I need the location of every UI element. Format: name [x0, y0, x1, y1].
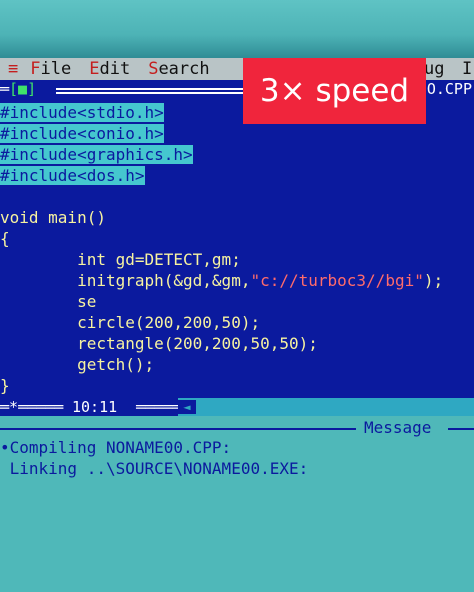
menu-search-label: earch: [158, 59, 210, 79]
message-window[interactable]: Message •Compiling NONAME00.CPP: Linking…: [0, 416, 474, 592]
initgraph-call: initgraph(&gd,&gm,: [0, 271, 251, 290]
message-line-linking: Linking ..\SOURCE\NONAME00.EXE:: [0, 459, 309, 478]
code-line: rectangle(200,200,50,50);: [0, 334, 318, 353]
message-rule-left: [0, 428, 356, 430]
code-line: circle(200,200,50);: [0, 313, 261, 332]
title-left: ═[■]: [0, 80, 37, 98]
include-directive: #include<graphics.h>: [0, 145, 193, 164]
code-line: {: [0, 229, 10, 248]
scroll-thumb[interactable]: ◄: [178, 400, 196, 414]
menu-search[interactable]: Search: [148, 59, 209, 79]
code-line: getch();: [0, 355, 155, 374]
initgraph-close: );: [423, 271, 444, 290]
code-line: #include<graphics.h>: [0, 144, 474, 165]
message-rule-right: [448, 428, 474, 430]
code-line: initgraph(&gd,&gm,"c://turboc3//bgi");: [0, 270, 474, 291]
close-box-icon[interactable]: [■]: [9, 80, 36, 98]
code-line: void main(): [0, 208, 106, 227]
message-title: Message: [364, 418, 432, 437]
menu-file[interactable]: File: [30, 59, 71, 79]
menu-debug-partial[interactable]: ug: [424, 59, 444, 79]
editor-window[interactable]: ═[■] O.CPP #include<stdio.h> #include<con…: [0, 80, 474, 398]
menu-edit-label: dit: [99, 59, 131, 79]
code-line: #include<dos.h>: [0, 165, 474, 186]
code-line: }: [0, 376, 10, 395]
status-mid-rule: ═════: [136, 398, 182, 416]
menu-help-partial[interactable]: I: [462, 59, 472, 79]
system-menu-icon[interactable]: ≡: [8, 59, 18, 79]
message-line-compiling: •Compiling NONAME00.CPP:: [0, 438, 232, 457]
cursor-position: 10:11: [72, 398, 118, 416]
menu-edit-hotkey: E: [89, 59, 100, 79]
menu-edit[interactable]: Edit: [89, 59, 130, 79]
message-title-bar: Message: [0, 418, 474, 438]
speed-overlay-badge: 3× speed: [243, 58, 426, 124]
code-area[interactable]: #include<stdio.h> #include<conio.h> #inclu…: [0, 102, 474, 396]
menu-file-label: ile: [40, 59, 72, 79]
menu-search-hotkey: S: [148, 59, 159, 79]
horizontal-scrollbar[interactable]: [178, 398, 474, 416]
background-blur: [0, 0, 474, 58]
status-bar: ═*═════ 10:11 ═════ ◄: [0, 398, 474, 416]
code-line: se: [0, 292, 97, 311]
status-left-rule: ═*═════: [0, 398, 64, 416]
include-directive: #include<dos.h>: [0, 166, 145, 185]
include-directive: #include<stdio.h>: [0, 103, 164, 122]
include-directive: #include<conio.h>: [0, 124, 164, 143]
menu-file-hotkey: F: [30, 59, 41, 79]
code-line: #include<conio.h>: [0, 123, 474, 144]
code-line: int gd=DETECT,gm;: [0, 250, 241, 269]
status-marker: *: [9, 398, 19, 416]
editor-filename: O.CPP: [422, 80, 472, 98]
bgi-path-string: "c://turboc3//bgi": [250, 271, 424, 290]
